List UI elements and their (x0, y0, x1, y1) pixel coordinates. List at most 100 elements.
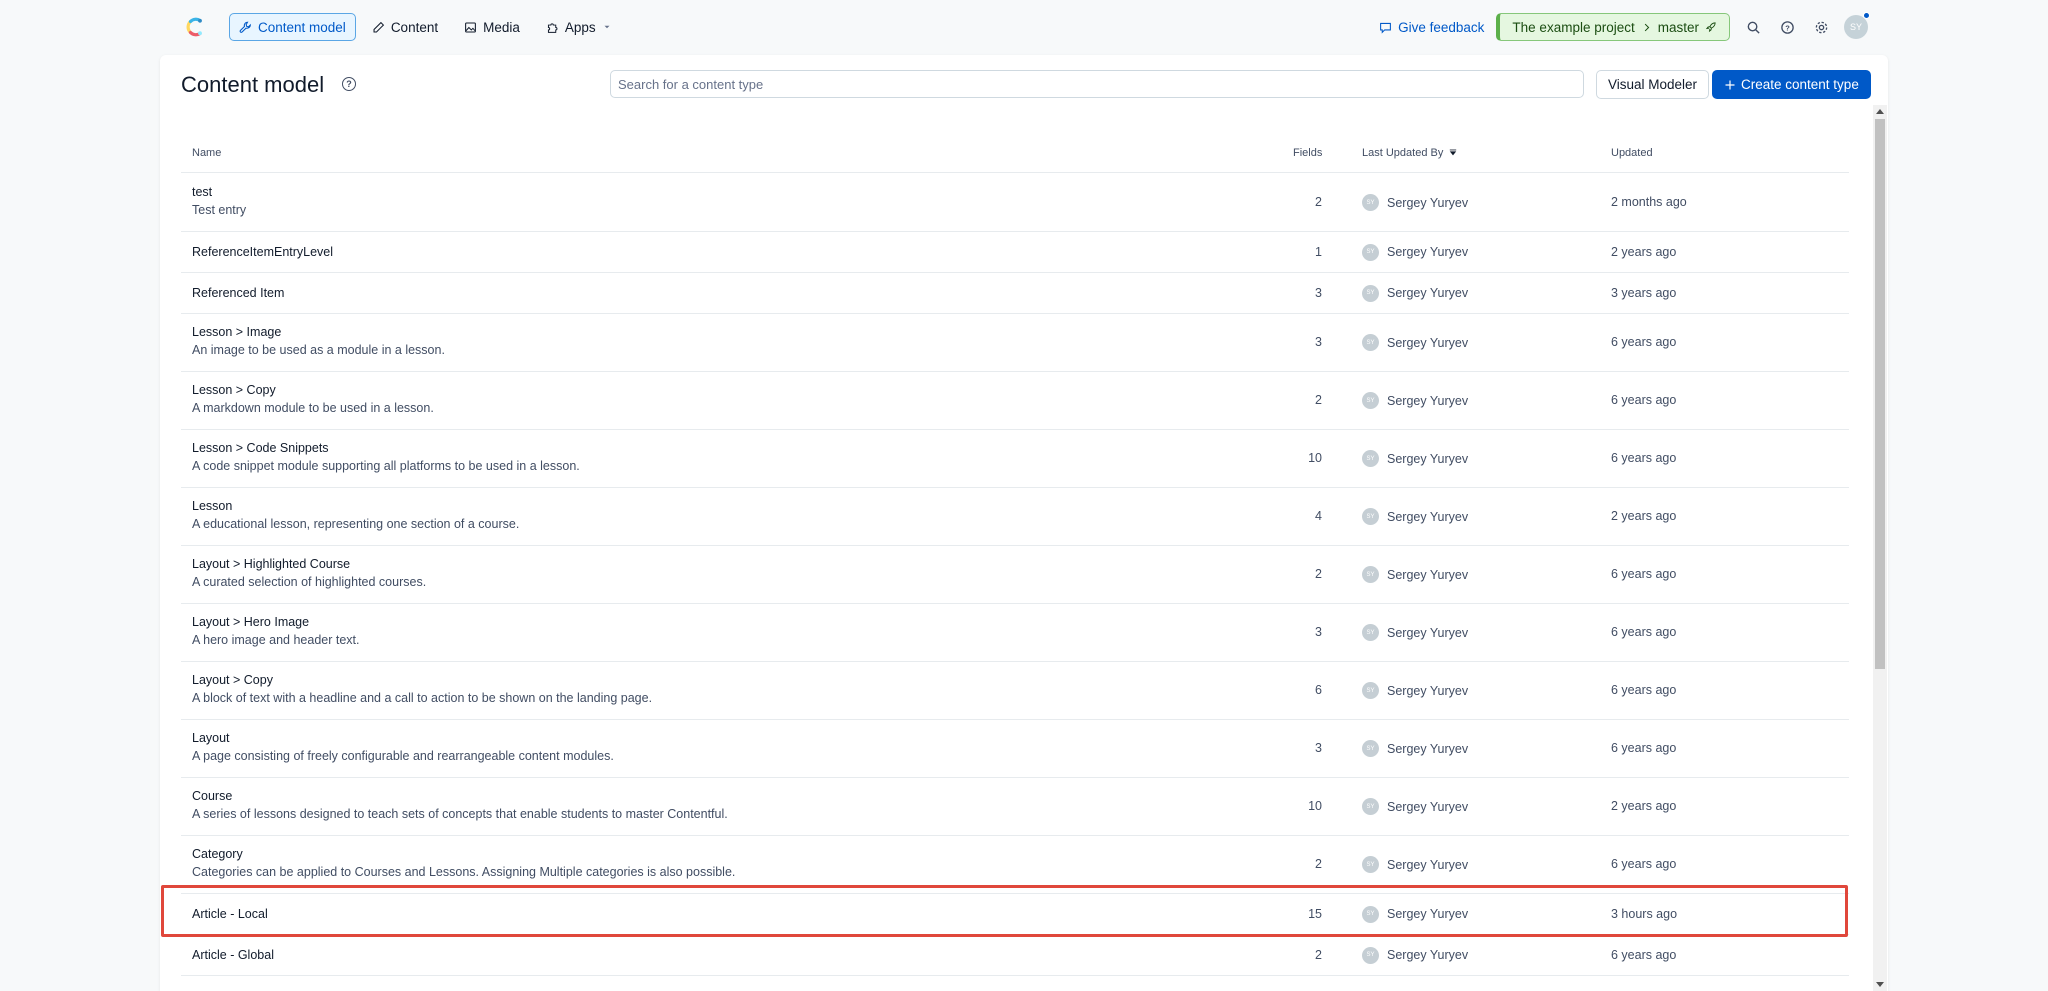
help-icon[interactable]: ? (1776, 16, 1798, 38)
nav-content[interactable]: Content (362, 13, 448, 41)
user-name: Sergey Yuryev (1387, 509, 1469, 524)
give-feedback-link[interactable]: Give feedback (1379, 20, 1484, 35)
scroll-thumb[interactable] (1875, 119, 1885, 669)
content-type-description: A curated selection of highlighted cours… (192, 575, 427, 589)
column-name[interactable]: Name (192, 147, 221, 159)
user-name: Sergey Yuryev (1387, 948, 1469, 962)
updated-time: 6 years ago (1611, 393, 1677, 407)
updated-time: 3 hours ago (1611, 906, 1678, 921)
table-row[interactable]: Article - Local 15 SY Sergey Yuryev 3 hours … (181, 894, 1849, 935)
rocket-icon (1705, 22, 1716, 33)
last-updated-by: SY Sergey Yuryev (1362, 682, 1468, 699)
fields-count: 6 (1315, 683, 1322, 697)
updated-time: 6 years ago (1611, 947, 1677, 962)
content-type-name[interactable]: Course (192, 789, 232, 803)
search-input[interactable] (610, 70, 1584, 98)
project-name: The example project (1512, 19, 1635, 35)
content-type-name[interactable]: Lesson > Image (192, 325, 281, 339)
table-row[interactable]: Layout > Highlighted Course A curated sel… (181, 546, 1849, 604)
updated-time: 3 years ago (1611, 285, 1677, 300)
content-type-name[interactable]: Referenced Item (192, 286, 284, 300)
updated-time: 6 years ago (1611, 741, 1677, 755)
content-type-name[interactable]: Lesson > Copy (192, 383, 276, 397)
nav-media[interactable]: Media (454, 13, 530, 41)
content-type-name[interactable]: Lesson (192, 499, 232, 513)
nav-right-actions: Give feedback The example project master… (1379, 12, 1870, 41)
search-icon[interactable] (1742, 16, 1764, 38)
top-navigation: Content model Content Media Apps Give fe… (0, 0, 2048, 54)
chevron-right-icon (1644, 23, 1650, 31)
visual-modeler-button[interactable]: Visual Modeler (1596, 70, 1710, 99)
table-row[interactable]: Layout > Copy A block of text with a head… (181, 662, 1849, 720)
fields-count: 2 (1315, 195, 1322, 209)
column-last-updated-by[interactable]: Last Updated By (1362, 147, 1457, 159)
column-last-updated-by-label: Last Updated By (1362, 147, 1444, 159)
fields-count: 2 (1315, 857, 1322, 871)
table-row[interactable]: Lesson > Code Snippets A code snippet mod… (181, 430, 1849, 488)
table-row[interactable]: Lesson A educational lesson, representing… (181, 488, 1849, 546)
content-type-description: A code snippet module supporting all pla… (192, 459, 580, 473)
nav-label: Content model (258, 19, 346, 35)
nav-apps[interactable]: Apps (536, 13, 622, 41)
last-updated-by: SY Sergey Yuryev (1362, 566, 1468, 583)
user-name: Sergey Yuryev (1387, 625, 1469, 640)
last-updated-by: SY Sergey Yuryev (1362, 334, 1468, 351)
table-row[interactable]: Lesson > Copy A markdown module to be use… (181, 372, 1849, 430)
table-row[interactable]: Category Categories can be applied to Cou… (181, 836, 1849, 894)
avatar: SY (1362, 566, 1379, 583)
environment-switcher[interactable]: The example project master (1496, 13, 1730, 41)
table-row[interactable]: Layout A page consisting of freely config… (181, 720, 1849, 778)
scroll-down-arrow[interactable] (1876, 982, 1884, 987)
avatar: SY (1362, 856, 1379, 873)
content-type-name[interactable]: Layout > Copy (192, 673, 273, 687)
table-row[interactable]: Article - Global 2 SY Sergey Yuryev 6 years … (181, 935, 1849, 976)
create-content-type-button[interactable]: Create content type (1712, 70, 1871, 99)
content-type-name[interactable]: Layout > Highlighted Course (192, 557, 350, 571)
user-name: Sergey Yuryev (1387, 567, 1469, 582)
content-type-name[interactable]: Layout > Hero Image (192, 615, 309, 629)
column-updated[interactable]: Updated (1611, 147, 1653, 159)
wrench-icon (239, 21, 251, 33)
table-row[interactable]: test Test entry 2 SY Sergey Yuryev 2 months a… (181, 174, 1849, 232)
avatar: SY (1362, 905, 1379, 923)
content-type-description: Categories can be applied to Courses and… (192, 865, 736, 879)
content-type-name[interactable]: Category (192, 847, 243, 861)
content-type-name[interactable]: Layout (192, 731, 230, 745)
avatar: SY (1362, 682, 1379, 699)
user-name: Sergey Yuryev (1387, 741, 1469, 756)
content-type-name[interactable]: Lesson > Code Snippets (192, 441, 329, 455)
content-type-description: A page consisting of freely configurable… (192, 749, 614, 763)
content-type-name[interactable]: test (192, 185, 212, 199)
scroll-up-arrow[interactable] (1876, 109, 1884, 114)
avatar: SY (1362, 334, 1379, 351)
table-row[interactable]: ReferenceItemEntryLevel 1 SY Sergey Yuryev 2… (181, 232, 1849, 273)
fields-count: 3 (1315, 741, 1322, 755)
table-row[interactable]: Course A series of lessons designed to te… (181, 778, 1849, 836)
avatar: SY (1362, 194, 1379, 211)
last-updated-by: SY Sergey Yuryev (1362, 450, 1468, 467)
updated-time: 6 years ago (1611, 625, 1677, 639)
nav-content-model[interactable]: Content model (229, 13, 356, 41)
avatar: SY (1362, 740, 1379, 757)
fields-count: 2 (1315, 567, 1322, 581)
content-types-table: Name Fields Last Updated By Updated test… (181, 135, 1849, 991)
table-row[interactable]: Layout > Hero Image A hero image and head… (181, 604, 1849, 662)
content-type-description: A series of lessons designed to teach se… (192, 807, 728, 821)
content-type-name[interactable]: Article - Local (192, 907, 268, 921)
create-label: Create content type (1741, 77, 1859, 92)
content-type-name[interactable]: Article - Global (192, 948, 274, 962)
contentful-logo-icon[interactable] (182, 15, 206, 39)
content-model-panel: Content model ? Visual Modeler Create co… (160, 55, 1888, 991)
content-type-description: A markdown module to be used in a lesson… (192, 401, 434, 415)
table-row[interactable]: Referenced Item 3 SY Sergey Yuryev 3 years a… (181, 273, 1849, 314)
column-fields[interactable]: Fields (1293, 147, 1322, 159)
vertical-scrollbar[interactable] (1873, 105, 1887, 991)
fields-count: 2 (1315, 393, 1322, 407)
settings-gear-icon[interactable] (1810, 16, 1832, 38)
user-avatar[interactable]: SY (1844, 12, 1870, 39)
pen-icon (373, 21, 384, 32)
question-icon[interactable]: ? (342, 77, 356, 91)
fields-count: 10 (1308, 451, 1322, 465)
table-row[interactable]: Lesson > Image An image to be used as a m… (181, 314, 1849, 372)
content-type-name[interactable]: ReferenceItemEntryLevel (192, 245, 333, 259)
